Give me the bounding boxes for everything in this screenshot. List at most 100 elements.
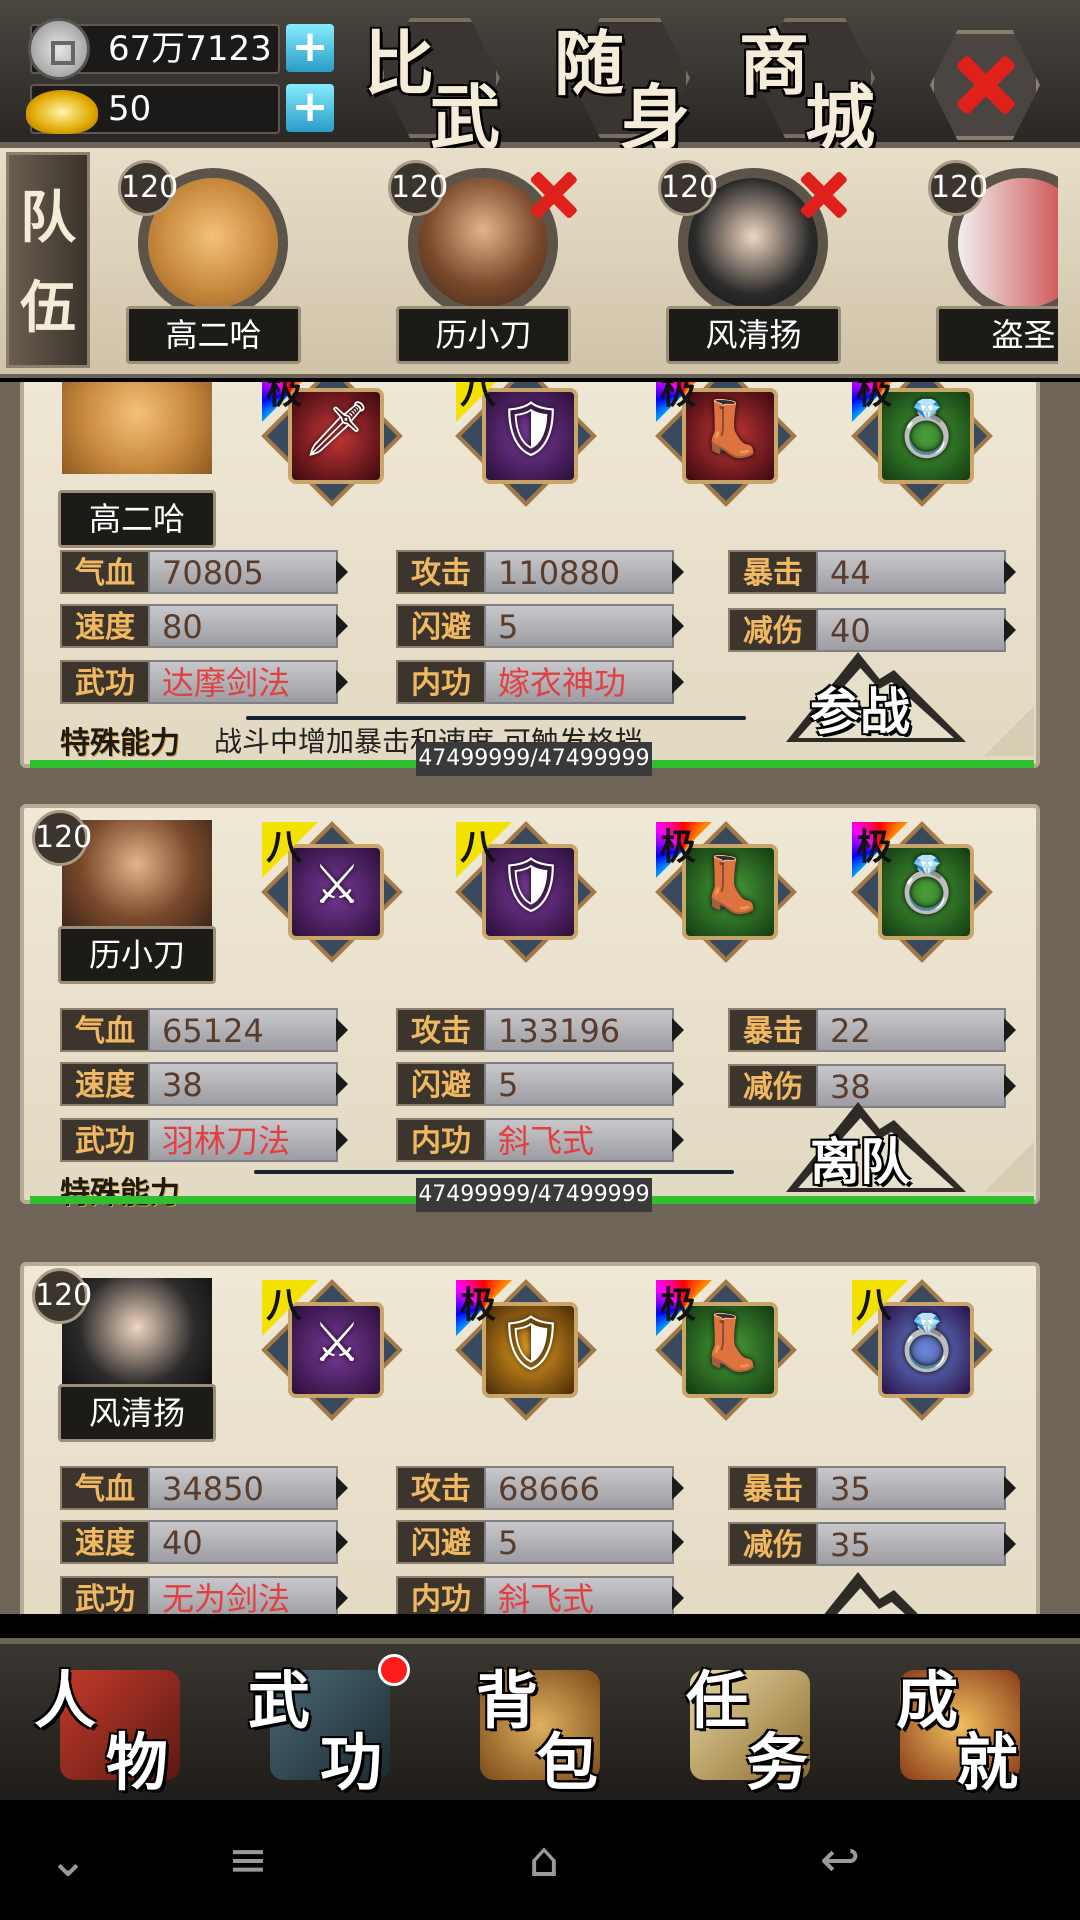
- special-ability-label: 特殊能力: [60, 1176, 180, 1211]
- equip-slot-armor[interactable]: 🛡 八: [455, 382, 597, 507]
- stat-dodge: 闪避 5: [396, 1520, 684, 1564]
- stat-label: 武功: [60, 1118, 150, 1162]
- stat-inner-skill[interactable]: 内功 斜飞式: [396, 1576, 684, 1614]
- boots-icon: 👢: [697, 397, 765, 460]
- stat-attack: 攻击 68666: [396, 1466, 684, 1510]
- stat-value: 羽林刀法: [148, 1118, 338, 1162]
- equip-slot-ring[interactable]: 💍 极: [851, 821, 993, 963]
- stat-label: 暴击: [728, 1466, 818, 1510]
- nav-label-2: 包: [536, 1726, 599, 1799]
- duel-button[interactable]: 比 武: [360, 8, 520, 159]
- team-member-2[interactable]: 120 历小刀: [388, 158, 578, 368]
- nav-label-1: 人: [34, 1664, 97, 1737]
- stat-value: 68666: [484, 1466, 674, 1510]
- level-badge: 120: [118, 160, 178, 216]
- add-silver-button[interactable]: +: [286, 24, 334, 72]
- leave-team-button[interactable]: 离队: [776, 1092, 976, 1196]
- avatar: [62, 382, 212, 474]
- stat-value: 斜飞式: [484, 1118, 674, 1162]
- stat-martial-skill[interactable]: 武功 羽林刀法: [60, 1118, 348, 1162]
- notification-dot: [378, 1654, 410, 1686]
- dagger-icon: 🗡: [302, 397, 372, 460]
- remove-member-icon[interactable]: [525, 167, 581, 223]
- remove-member-icon[interactable]: [795, 167, 851, 223]
- stat-inner-skill[interactable]: 内功 嫁衣神功: [396, 660, 684, 704]
- stat-value: 70805: [148, 550, 338, 594]
- stat-value: 34850: [148, 1466, 338, 1510]
- stat-value: 嫁衣神功: [484, 660, 674, 704]
- duel-label-1: 比: [364, 22, 434, 105]
- nav-achievements[interactable]: 成 就: [860, 1650, 1060, 1800]
- arrow-icon: [672, 670, 684, 694]
- arrow-icon: [1004, 1074, 1016, 1098]
- leave-team-button[interactable]: [776, 1562, 976, 1614]
- ink-stroke: [254, 1170, 734, 1174]
- chevron-down-icon[interactable]: ⌄: [28, 1834, 108, 1886]
- stat-value: 38: [148, 1062, 338, 1106]
- close-icon: [950, 50, 1020, 120]
- arrow-icon: [1004, 1018, 1016, 1042]
- nav-label-2: 物: [106, 1726, 169, 1799]
- stat-speed: 速度 38: [60, 1062, 348, 1106]
- add-gold-button[interactable]: +: [286, 84, 334, 132]
- stat-martial-skill[interactable]: 武功 达摩剑法: [60, 660, 348, 704]
- team-strip: 队 伍 120 高二哈 120 历小刀 120 风清扬 120 盗圣: [0, 148, 1080, 378]
- team-member-3[interactable]: 120 风清扬: [658, 158, 848, 368]
- equip-slot-weapon[interactable]: ⚔ 八: [261, 821, 403, 963]
- arrow-icon: [336, 1476, 348, 1500]
- level-badge: 120: [32, 1268, 92, 1324]
- carry-button[interactable]: 随 身: [550, 8, 710, 159]
- stat-hp: 气血 65124: [60, 1008, 348, 1052]
- equip-slot-armor[interactable]: 🛡 极: [455, 1279, 597, 1421]
- hero-list[interactable]: 高二哈 🗡 极 🛡 八 👢 极 💍 极 气血 70805 攻击 110880 暴击 4…: [0, 382, 1080, 1614]
- stat-label: 减伤: [728, 1522, 818, 1566]
- arrow-icon: [1004, 1476, 1016, 1500]
- nav-backpack[interactable]: 背 包: [440, 1650, 640, 1800]
- join-battle-button[interactable]: 参战: [776, 642, 976, 746]
- stat-attack: 攻击 133196: [396, 1008, 684, 1052]
- armor-icon: 🛡: [496, 853, 566, 916]
- stat-label: 攻击: [396, 1008, 486, 1052]
- nav-quests[interactable]: 任 务: [650, 1650, 850, 1800]
- stat-label: 攻击: [396, 1466, 486, 1510]
- shop-button[interactable]: 商 城: [735, 8, 895, 159]
- arrow-icon: [336, 1586, 348, 1610]
- level-badge: 120: [928, 160, 988, 216]
- stat-label: 气血: [60, 1008, 150, 1052]
- equip-slot-weapon[interactable]: ⚔ 八: [261, 1279, 403, 1421]
- rank-label: 八: [856, 1284, 893, 1326]
- equip-slot-boots[interactable]: 👢 极: [655, 1279, 797, 1421]
- stat-value: 22: [816, 1008, 1006, 1052]
- equip-slot-ring[interactable]: 💍 极: [851, 382, 993, 507]
- nav-character[interactable]: 人 物: [20, 1650, 220, 1800]
- close-button[interactable]: [930, 30, 1040, 140]
- stat-martial-skill[interactable]: 武功 无为剑法: [60, 1576, 348, 1614]
- stat-hp: 气血 34850: [60, 1466, 348, 1510]
- bracelet-icon: 💍: [893, 1311, 961, 1374]
- nav-label-1: 任: [686, 1664, 749, 1737]
- action-label: 参战: [810, 682, 910, 741]
- arrow-icon: [336, 670, 348, 694]
- arrow-icon: [336, 614, 348, 638]
- team-member-1[interactable]: 120 高二哈: [118, 158, 308, 368]
- equip-slot-boots[interactable]: 👢 极: [655, 821, 797, 963]
- equip-slot-weapon[interactable]: 🗡 极: [261, 382, 403, 507]
- equip-slot-armor[interactable]: 🛡 八: [455, 821, 597, 963]
- back-icon[interactable]: ↩: [800, 1834, 880, 1886]
- ring-icon: 💍: [893, 397, 961, 460]
- arrow-icon: [336, 1072, 348, 1096]
- stat-inner-skill[interactable]: 内功 斜飞式: [396, 1118, 684, 1162]
- action-label: 离队: [810, 1132, 910, 1191]
- equip-slot-boots[interactable]: 👢 极: [655, 382, 797, 507]
- nav-martial-arts[interactable]: 武 功: [230, 1650, 430, 1800]
- stat-hp: 气血 70805: [60, 550, 348, 594]
- arrow-icon: [672, 1018, 684, 1042]
- menu-icon[interactable]: ≡: [208, 1834, 288, 1886]
- home-icon[interactable]: ⌂: [504, 1834, 584, 1886]
- stat-value: 65124: [148, 1008, 338, 1052]
- equip-slot-ring[interactable]: 💍 八: [851, 1279, 993, 1421]
- rank-label: 极: [660, 382, 697, 412]
- rank-label: 八: [460, 382, 497, 412]
- nav-label-2: 就: [956, 1726, 1019, 1799]
- team-member-4[interactable]: 120 盗圣: [928, 158, 1058, 368]
